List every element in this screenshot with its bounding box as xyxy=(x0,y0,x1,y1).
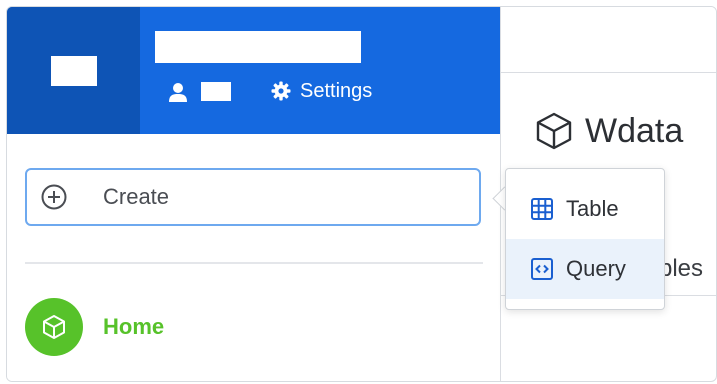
menu-item-label: Table xyxy=(566,196,619,221)
home-badge xyxy=(25,298,83,356)
create-button[interactable]: Create xyxy=(25,168,481,226)
sidebar-divider xyxy=(25,262,483,264)
settings-link[interactable]: Settings xyxy=(271,78,372,104)
dataset-header: Wdata xyxy=(535,107,683,155)
app-window: Settings Create Home Wdata bles Table Qu… xyxy=(6,6,717,382)
sidebar-header: Settings xyxy=(7,7,500,134)
org-name-redacted xyxy=(155,31,361,63)
plus-circle-icon xyxy=(41,184,67,210)
settings-label: Settings xyxy=(300,79,373,102)
home-label: Home xyxy=(103,314,165,339)
dataset-title: Wdata xyxy=(585,111,684,150)
logo-area[interactable] xyxy=(7,7,140,134)
gear-icon xyxy=(271,81,291,101)
create-popover: Table Query xyxy=(505,168,665,310)
dataset-cube-icon xyxy=(536,112,572,150)
table-icon xyxy=(531,198,553,220)
user-icon xyxy=(169,83,187,102)
tab-tables[interactable]: bles xyxy=(659,255,703,283)
sidebar-item-home[interactable]: Home xyxy=(25,297,164,357)
menu-item-label: Query xyxy=(566,256,626,281)
sidebar: Settings Create Home xyxy=(7,7,501,381)
create-label: Create xyxy=(103,184,170,209)
main-topbar xyxy=(501,7,716,73)
menu-item-query[interactable]: Query xyxy=(506,239,664,299)
menu-item-table[interactable]: Table xyxy=(506,179,664,239)
code-icon xyxy=(531,258,553,280)
cube-icon xyxy=(43,315,65,339)
org-logo xyxy=(51,56,97,86)
user-name-redacted[interactable] xyxy=(201,82,231,101)
